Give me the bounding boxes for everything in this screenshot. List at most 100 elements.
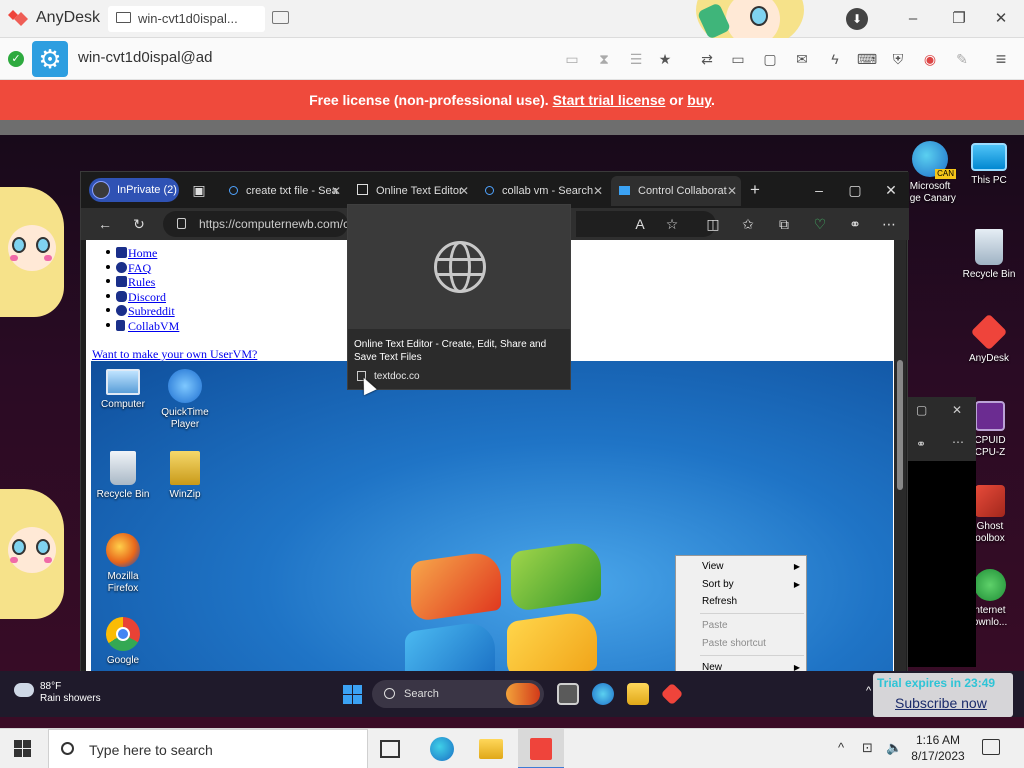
extensions-icon[interactable]: ⚭: [845, 214, 865, 234]
refresh-icon[interactable]: ↻: [129, 214, 149, 234]
hourglass-icon[interactable]: ⧗: [593, 48, 615, 70]
anydesk-session-tab[interactable]: win-cvt1d0ispal...: [108, 6, 265, 32]
vm-icon-computer[interactable]: Computer: [91, 369, 155, 411]
tab-control-collaborative[interactable]: Control Collaborat ✕: [611, 176, 741, 206]
download-icon[interactable]: ⬇: [846, 8, 868, 30]
menu-icon[interactable]: ≡: [990, 48, 1012, 70]
performance-icon[interactable]: ♡: [810, 214, 830, 234]
vm-icon-quicktime[interactable]: QuickTime Player: [153, 369, 217, 431]
privacy-icon[interactable]: ⛨: [887, 48, 909, 70]
nav-rules[interactable]: Rules: [104, 275, 179, 290]
menu-label: View: [702, 561, 724, 572]
file-explorer-icon[interactable]: [479, 739, 503, 759]
desktop-icon-anydesk[interactable]: AnyDesk: [953, 313, 1024, 365]
windows-start-icon[interactable]: [14, 740, 32, 758]
tab-online-text-editor[interactable]: Online Text Editor ✕: [351, 176, 473, 206]
display-icon[interactable]: ▢: [759, 48, 781, 70]
anydesk-taskbar-button[interactable]: [518, 729, 564, 768]
close-tab-icon[interactable]: ✕: [727, 176, 737, 206]
nav-subreddit[interactable]: Subreddit: [104, 304, 179, 319]
tab-create-txt-file[interactable]: create txt file - Sea ✕: [223, 176, 345, 206]
remote-desktop[interactable]: CAN Microsoft dge Canary This PC Recycle…: [0, 135, 1024, 728]
favorite-icon[interactable]: ★: [654, 48, 676, 70]
menu-item-refresh[interactable]: Refresh: [702, 595, 737, 609]
nav-discord[interactable]: Discord: [104, 290, 179, 305]
menu-item-sort-by[interactable]: Sort by: [702, 578, 734, 592]
close-icon[interactable]: ✕: [952, 403, 962, 417]
menu-label: Refresh: [702, 596, 738, 607]
tab-actions-icon[interactable]: ▣: [189, 180, 209, 200]
desktop-icon-this-pc[interactable]: This PC: [953, 143, 1024, 187]
vm-icon-winzip[interactable]: WinZip: [153, 451, 217, 501]
tab-title: create txt file - Sea: [246, 185, 338, 197]
close-button[interactable]: ✕: [990, 8, 1012, 30]
edge-icon[interactable]: [430, 737, 454, 761]
taskbar-search-box[interactable]: Type here to search: [48, 729, 368, 768]
uservm-link[interactable]: Want to make your own UserVM?: [92, 347, 257, 362]
tray-chevron-icon[interactable]: ^: [866, 685, 871, 697]
subscribe-now-link[interactable]: Subscribe now: [895, 695, 987, 711]
buy-link[interactable]: buy: [687, 92, 711, 108]
minimize-button[interactable]: –: [902, 8, 924, 30]
settings-gear-icon[interactable]: ⚙: [32, 41, 68, 77]
new-tab-button[interactable]: +: [745, 180, 765, 200]
tab-collab-vm-search[interactable]: collab vm - Search ✕: [479, 176, 607, 206]
maximize-button[interactable]: ▢: [845, 180, 865, 200]
edge-canary-icon[interactable]: [592, 683, 614, 705]
read-aloud-icon[interactable]: A: [630, 214, 650, 234]
nav-collabvm[interactable]: CollabVM: [104, 319, 179, 334]
back-icon[interactable]: ←: [95, 214, 115, 234]
vm-screen[interactable]: Computer QuickTime Player Recycle Bin Wi…: [91, 361, 893, 680]
windows-start-icon[interactable]: [343, 685, 362, 704]
favorites-icon[interactable]: ✩: [738, 214, 758, 234]
vm-icon-recycle-bin[interactable]: Recycle Bin: [91, 451, 155, 501]
network-icon[interactable]: ⊡: [862, 740, 873, 756]
menu-item-view[interactable]: View: [702, 560, 724, 574]
keyboard-icon[interactable]: ⌨: [856, 48, 878, 70]
close-tab-icon[interactable]: ✕: [593, 176, 603, 206]
address-bar[interactable]: https://computernewb.com/c: [163, 211, 348, 237]
new-session-icon[interactable]: [272, 11, 289, 24]
more-icon[interactable]: ⋯: [879, 214, 899, 234]
scrollbar-thumb[interactable]: [897, 360, 903, 490]
task-view-icon[interactable]: [557, 683, 579, 705]
background-window[interactable]: ▢ ✕ ⚭ ⋯: [906, 397, 976, 667]
screen-mode-icon[interactable]: ▭: [561, 48, 583, 70]
database-icon[interactable]: ☰: [625, 48, 647, 70]
system-clock[interactable]: 1:16 AM 8/17/2023: [908, 732, 968, 764]
page-scrollbar[interactable]: [894, 240, 906, 680]
vm-icon-google-chrome[interactable]: Google: [91, 617, 155, 667]
monitor-icon[interactable]: ▭: [727, 48, 749, 70]
extensions-icon[interactable]: ⚭: [916, 437, 926, 451]
nav-faq[interactable]: FAQ: [104, 261, 179, 276]
record-icon[interactable]: ◉: [919, 48, 941, 70]
favorite-star-icon[interactable]: ☆: [662, 214, 682, 234]
close-tab-icon[interactable]: ✕: [459, 176, 469, 206]
license-banner: Free license (non-professional use). Sta…: [0, 80, 1024, 120]
desktop-icon-recycle-bin[interactable]: Recycle Bin: [953, 229, 1024, 281]
minimize-button[interactable]: –: [809, 180, 829, 200]
file-explorer-icon[interactable]: [627, 683, 649, 705]
notification-icon[interactable]: [982, 739, 1000, 755]
more-icon[interactable]: ⋯: [952, 435, 964, 449]
nav-home[interactable]: Home: [104, 246, 179, 261]
maximize-icon[interactable]: ▢: [916, 403, 927, 417]
search-highlight-icon[interactable]: [506, 683, 540, 705]
task-view-icon[interactable]: [380, 740, 400, 758]
anydesk-icon[interactable]: [660, 682, 684, 706]
vm-icon-firefox[interactable]: Mozilla Firefox: [91, 533, 155, 595]
lightning-icon[interactable]: ϟ: [824, 48, 846, 70]
maximize-button[interactable]: ❐: [948, 8, 970, 30]
file-transfer-icon[interactable]: ⇄: [696, 48, 718, 70]
split-screen-icon[interactable]: ◫: [703, 214, 723, 234]
collections-icon[interactable]: ⧉: [774, 214, 794, 234]
volume-icon[interactable]: 🔈: [886, 740, 902, 756]
inprivate-badge[interactable]: InPrivate (2): [89, 178, 179, 202]
tray-chevron-icon[interactable]: ^: [838, 740, 844, 755]
whiteboard-icon[interactable]: ✎: [951, 48, 973, 70]
start-trial-link[interactable]: Start trial license: [553, 92, 666, 108]
chat-icon[interactable]: ✉: [791, 48, 813, 70]
desktop-context-menu: View ▶ Sort by ▶ Refresh Paste Paste sho…: [675, 555, 807, 680]
close-tab-icon[interactable]: ✕: [331, 176, 341, 206]
close-button[interactable]: ✕: [881, 180, 901, 200]
